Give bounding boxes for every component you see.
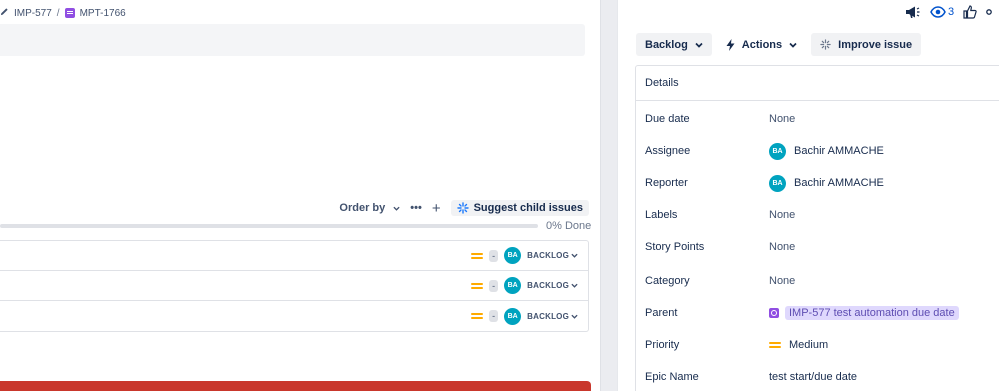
chevron-down-icon — [393, 206, 400, 211]
panel-resize-handle[interactable] — [600, 0, 618, 391]
avatar: BA — [769, 142, 786, 160]
estimate-badge: - — [489, 249, 499, 262]
status-transition-button[interactable]: Backlog — [636, 33, 712, 56]
child-progress-text: 0% Done — [546, 220, 592, 232]
order-by-button[interactable]: Order by — [339, 202, 400, 214]
epic-icon — [769, 308, 779, 318]
avatar: BA — [769, 174, 786, 192]
field-reporter: Reporter BA Bachir AMMACHE — [645, 174, 884, 192]
field-label: Epic Name — [645, 371, 699, 383]
description-area[interactable] — [0, 24, 585, 56]
priority-label: Medium — [789, 339, 829, 351]
field-due-date: Due date None — [645, 110, 795, 128]
priority-medium-icon — [471, 312, 484, 320]
due-date-value[interactable]: None — [769, 113, 795, 125]
child-issue-row[interactable]: - BA BACKLOG — [0, 301, 588, 331]
breadcrumb-story-link[interactable]: MPT-1766 — [80, 8, 126, 19]
field-labels: Labels None — [645, 206, 795, 224]
error-banner — [0, 381, 591, 391]
labels-value[interactable]: None — [769, 209, 795, 221]
story-points-value[interactable]: None — [769, 241, 795, 253]
field-label: Labels — [645, 209, 678, 221]
avatar[interactable]: BA — [504, 307, 522, 325]
status-dropdown[interactable]: BACKLOG — [527, 251, 578, 260]
child-progress-bar — [0, 224, 538, 228]
pencil-icon — [0, 7, 9, 19]
thumbs-up-icon[interactable] — [963, 5, 977, 19]
epic-name-value[interactable]: test start/due date — [769, 371, 857, 383]
order-by-label: Order by — [339, 202, 386, 214]
improve-issue-label: Improve issue — [838, 38, 913, 51]
avatar[interactable]: BA — [504, 247, 522, 264]
chevron-down-icon — [571, 314, 578, 319]
reporter-value[interactable]: BA Bachir AMMACHE — [769, 174, 884, 192]
add-child-button[interactable]: + — [432, 201, 441, 216]
chevron-down-icon — [571, 283, 578, 288]
status-label: BACKLOG — [527, 281, 569, 290]
status-dropdown[interactable]: BACKLOG — [527, 281, 578, 290]
suggest-child-issues-label: Suggest child issues — [473, 202, 583, 214]
share-icon[interactable] — [986, 7, 994, 17]
child-issue-row[interactable]: - BA BACKLOG — [0, 241, 588, 271]
assignee-value[interactable]: BA Bachir AMMACHE — [769, 142, 884, 160]
field-label: Category — [645, 275, 690, 287]
category-value[interactable]: None — [769, 275, 795, 287]
breadcrumb: IMP-577 / MPT-1766 — [0, 6, 126, 20]
issue-action-bar: Backlog Actions Improve issue — [636, 33, 922, 56]
field-label: Due date — [645, 113, 690, 125]
estimate-badge: - — [489, 310, 499, 322]
megaphone-icon[interactable] — [905, 5, 921, 19]
chevron-down-icon — [695, 42, 703, 48]
watch-button[interactable]: 3 — [930, 6, 954, 18]
status-label: BACKLOG — [527, 251, 569, 260]
field-label: Priority — [645, 339, 680, 351]
avatar[interactable]: BA — [504, 277, 522, 294]
field-assignee: Assignee BA Bachir AMMACHE — [645, 142, 884, 160]
field-label: Parent — [645, 307, 678, 319]
actions-label: Actions — [741, 38, 783, 51]
child-issues-list: - BA BACKLOG - BA BACKLOG - BA BACKLOG — [0, 240, 589, 332]
field-priority: Priority Medium — [645, 336, 828, 354]
breadcrumb-epic-link[interactable]: IMP-577 — [14, 8, 52, 19]
story-icon — [64, 8, 75, 18]
eye-icon — [930, 6, 946, 18]
status-label: BACKLOG — [527, 311, 569, 321]
issue-header-icons: 3 — [905, 3, 994, 21]
lightning-icon — [726, 38, 735, 51]
field-label: Reporter — [645, 177, 688, 189]
improve-issue-button[interactable]: Improve issue — [811, 33, 922, 56]
child-issue-row[interactable]: - BA BACKLOG — [0, 271, 588, 301]
field-story-points: Story Points None — [645, 238, 795, 256]
details-heading: Details — [645, 77, 679, 89]
sparkle-icon — [820, 39, 831, 50]
field-label: Story Points — [645, 241, 705, 253]
field-label: Assignee — [645, 145, 691, 157]
actions-button[interactable]: Actions — [722, 33, 801, 56]
field-parent: Parent IMP-577 test automation due date — [645, 304, 959, 322]
status-dropdown[interactable]: BACKLOG — [527, 312, 578, 321]
priority-medium-icon — [471, 282, 484, 290]
reporter-name: Bachir AMMACHE — [794, 177, 884, 189]
chevron-down-icon — [571, 253, 578, 258]
field-epic-name: Epic Name test start/due date — [645, 368, 857, 386]
suggest-child-issues-button[interactable]: Suggest child issues — [450, 200, 589, 216]
details-header[interactable]: Details — [636, 66, 999, 101]
watch-count: 3 — [948, 6, 955, 18]
more-options-button[interactable]: ••• — [410, 202, 422, 214]
breadcrumb-separator: / — [56, 7, 60, 19]
priority-medium-icon — [471, 252, 484, 260]
field-category: Category None — [645, 272, 795, 290]
sparkle-icon — [456, 202, 469, 214]
status-transition-label: Backlog — [645, 38, 688, 51]
details-panel: Details Due date None Assignee BA Bachir… — [635, 65, 999, 391]
priority-medium-icon — [769, 341, 781, 349]
parent-link[interactable]: IMP-577 test automation due date — [785, 306, 959, 320]
assignee-name: Bachir AMMACHE — [794, 145, 884, 157]
chevron-down-icon — [789, 42, 797, 48]
parent-value[interactable]: IMP-577 test automation due date — [769, 306, 959, 320]
priority-value[interactable]: Medium — [769, 339, 828, 351]
child-issues-toolbar: Order by ••• + Suggest child issues — [339, 199, 589, 217]
estimate-badge: - — [489, 279, 499, 292]
